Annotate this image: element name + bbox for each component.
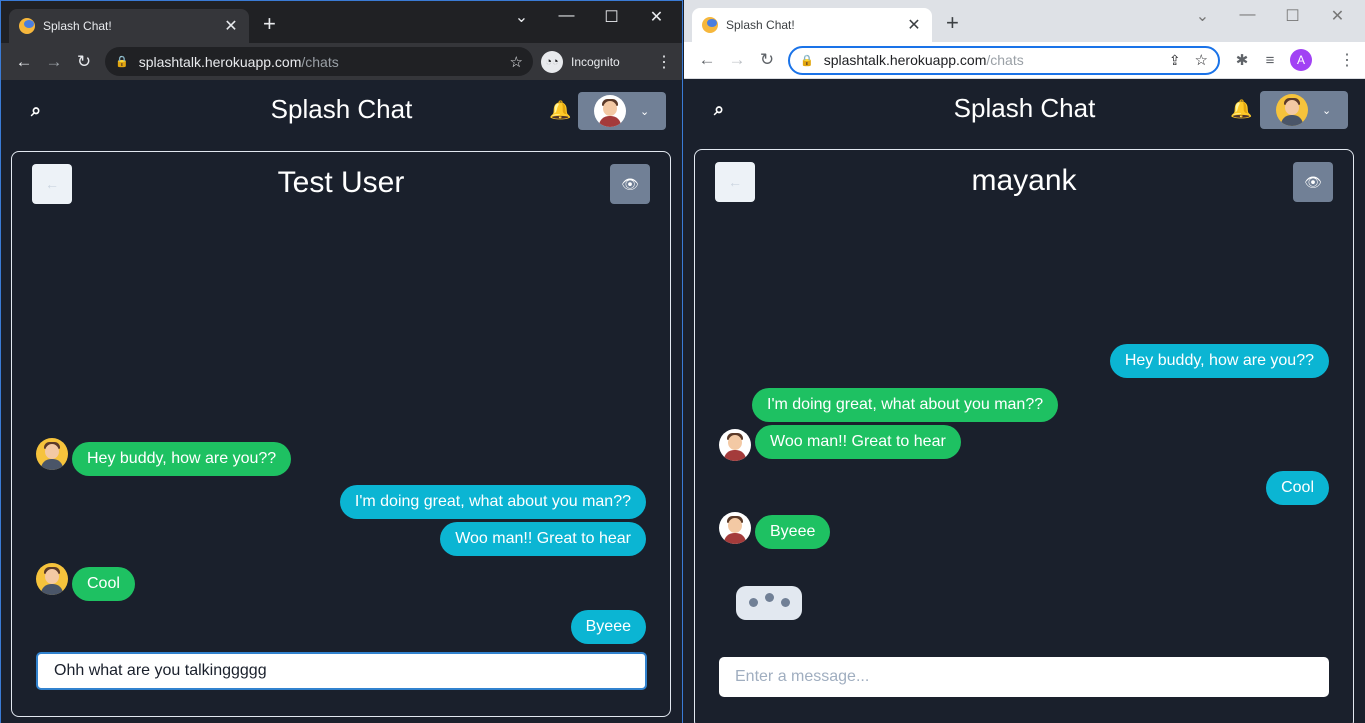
tab-title: Splash Chat! xyxy=(726,18,795,32)
address-bar[interactable]: 🔒 splashtalk.herokuapp.com/chats ☆ xyxy=(105,47,533,76)
window-controls: ⌄ — ☐ ✕ xyxy=(1180,6,1360,26)
media-control-icon[interactable]: ≡ xyxy=(1258,52,1282,69)
message-bubble: Woo man!! Great to hear xyxy=(440,522,646,556)
typing-dot xyxy=(749,598,758,607)
browser-menu-icon[interactable]: ⋮ xyxy=(1337,50,1357,70)
avatar xyxy=(1276,94,1308,126)
splash-chat-app: ⌕ Splash Chat 🔔 ⌄ ← mayank 👁 Hey buddy, … xyxy=(684,79,1365,723)
incognito-icon: ◔◔ xyxy=(541,50,563,73)
chevron-down-icon: ⌄ xyxy=(1322,104,1332,117)
profile-menu-button[interactable]: ⌄ xyxy=(578,92,666,130)
lock-icon: 🔒 xyxy=(800,54,814,67)
minimize-icon[interactable]: — xyxy=(544,7,589,27)
message-bubble: Byeee xyxy=(755,515,831,549)
message-bubble: Cool xyxy=(1266,471,1329,505)
browser-profile-avatar[interactable]: A xyxy=(1290,49,1312,71)
browser-tab[interactable]: Splash Chat! ✕ xyxy=(692,8,932,42)
maximize-icon[interactable]: ☐ xyxy=(1270,6,1315,26)
forward-nav-icon[interactable]: → xyxy=(722,50,752,70)
message-input-value: Ohh what are you talkinggggg xyxy=(54,662,267,679)
avatar xyxy=(36,438,68,470)
back-nav-icon[interactable]: ← xyxy=(9,52,39,72)
avatar xyxy=(719,429,751,461)
extensions-puzzle-icon[interactable]: ✱ xyxy=(1230,51,1254,69)
bookmark-star-icon[interactable]: ☆ xyxy=(510,53,523,71)
close-window-icon[interactable]: ✕ xyxy=(634,7,679,27)
chevron-down-icon: ⌄ xyxy=(640,105,650,118)
bookmark-star-icon[interactable]: ☆ xyxy=(1195,51,1208,69)
incognito-indicator[interactable]: ◔◔ Incognito xyxy=(541,50,620,73)
browser-menu-icon[interactable]: ⋮ xyxy=(654,52,674,72)
view-profile-button[interactable]: 👁 xyxy=(1293,162,1333,202)
bell-icon[interactable]: 🔔 xyxy=(1230,99,1252,120)
app-header: ⌕ Splash Chat 🔔 ⌄ xyxy=(1,80,682,142)
new-tab-button[interactable]: + xyxy=(946,12,959,34)
chat-panel: ← Test User 👁 Hey buddy, how are you?? I… xyxy=(11,151,671,717)
url-path: /chats xyxy=(301,53,339,70)
tab-search-icon[interactable]: ⌄ xyxy=(499,7,544,27)
tab-strip: Splash Chat! ✕ + ⌄ — ☐ ✕ xyxy=(1,1,682,43)
chat-panel: ← mayank 👁 Hey buddy, how are you?? I'm … xyxy=(694,149,1354,723)
message-bubble: Woo man!! Great to hear xyxy=(755,425,961,459)
message-input-placeholder: Enter a message... xyxy=(735,668,870,685)
browser-window: Splash Chat! ✕ + ⌄ — ☐ ✕ ← → ↻ 🔒 splasht… xyxy=(684,0,1365,723)
browser-tab[interactable]: Splash Chat! ✕ xyxy=(9,9,249,43)
typing-dot xyxy=(765,593,774,602)
message-bubble: Cool xyxy=(72,567,135,601)
avatar xyxy=(594,95,626,127)
profile-menu-button[interactable]: ⌄ xyxy=(1260,91,1348,129)
forward-nav-icon[interactable]: → xyxy=(39,52,69,72)
tab-title: Splash Chat! xyxy=(43,19,112,33)
message-bubble: Byeee xyxy=(570,610,646,644)
splash-favicon-icon xyxy=(19,18,35,34)
typing-indicator xyxy=(736,586,802,620)
view-profile-button[interactable]: 👁 xyxy=(610,164,650,204)
chat-title: mayank xyxy=(971,164,1077,197)
chat-title: Test User xyxy=(277,166,405,199)
splash-chat-app: ⌕ Splash Chat 🔔 ⌄ ← Test User 👁 Hey budd… xyxy=(1,80,682,723)
window-controls: ⌄ — ☐ ✕ xyxy=(499,7,679,27)
message-bubble: I'm doing great, what about you man?? xyxy=(752,388,1059,422)
new-tab-button[interactable]: + xyxy=(263,13,276,35)
incognito-label: Incognito xyxy=(571,54,620,69)
message-bubble: Hey buddy, how are you?? xyxy=(1109,344,1329,378)
incognito-browser-window: Splash Chat! ✕ + ⌄ — ☐ ✕ ← → ↻ 🔒 splasht… xyxy=(0,0,683,723)
back-nav-icon[interactable]: ← xyxy=(692,50,722,70)
tab-strip: Splash Chat! ✕ + ⌄ — ☐ ✕ xyxy=(684,0,1365,42)
close-window-icon[interactable]: ✕ xyxy=(1315,6,1360,26)
message-bubble: I'm doing great, what about you man?? xyxy=(339,485,646,519)
message-input[interactable]: Enter a message... xyxy=(719,657,1329,697)
maximize-icon[interactable]: ☐ xyxy=(589,7,634,27)
url-host: splashtalk.herokuapp.com xyxy=(138,53,302,70)
tab-close-icon[interactable]: ✕ xyxy=(223,16,239,36)
message-input[interactable]: Ohh what are you talkinggggg xyxy=(36,652,647,690)
avatar xyxy=(719,512,751,544)
tab-search-icon[interactable]: ⌄ xyxy=(1180,6,1225,26)
bell-icon[interactable]: 🔔 xyxy=(549,100,571,121)
splash-favicon-icon xyxy=(702,17,718,33)
reload-icon[interactable]: ↻ xyxy=(752,50,782,70)
tab-close-icon[interactable]: ✕ xyxy=(906,15,922,35)
address-bar[interactable]: 🔒 splashtalk.herokuapp.com/chats ⇪ ☆ xyxy=(788,45,1220,75)
typing-dot xyxy=(781,598,790,607)
share-icon[interactable]: ⇪ xyxy=(1169,52,1181,69)
message-bubble: Hey buddy, how are you?? xyxy=(72,442,292,476)
avatar xyxy=(36,563,68,595)
browser-toolbar: ← → ↻ 🔒 splashtalk.herokuapp.com/chats ☆… xyxy=(1,43,682,80)
app-header: ⌕ Splash Chat 🔔 ⌄ xyxy=(684,79,1365,141)
browser-toolbar: ← → ↻ 🔒 splashtalk.herokuapp.com/chats ⇪… xyxy=(684,42,1365,79)
url-path: /chats xyxy=(986,52,1024,68)
url-host: splashtalk.herokuapp.com xyxy=(823,52,987,68)
reload-icon[interactable]: ↻ xyxy=(69,52,99,72)
lock-icon: 🔒 xyxy=(115,56,129,68)
minimize-icon[interactable]: — xyxy=(1225,6,1270,26)
